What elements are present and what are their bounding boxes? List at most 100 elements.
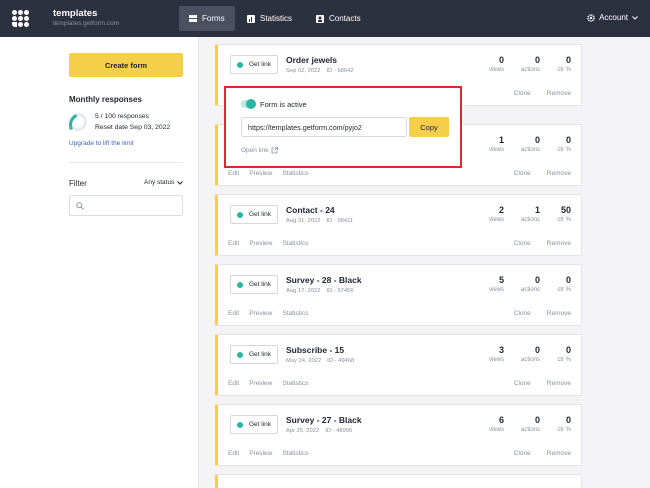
form-actions-left: Edit Preview Statistics <box>228 240 318 247</box>
get-link-button[interactable]: Get link <box>230 275 278 294</box>
active-status-dot <box>237 281 243 288</box>
nav-contacts-label: Contacts <box>329 14 361 23</box>
statistics-link[interactable]: Statistics <box>282 380 308 387</box>
chevron-down-icon <box>632 15 638 20</box>
form-name[interactable]: Contact - 24 <box>286 205 335 215</box>
get-link-button[interactable]: Get link <box>230 55 278 74</box>
form-name[interactable]: Survey - 28 - Black <box>286 275 362 285</box>
form-card: Get link Subscribe - 15 May 24, 2022 ID -… <box>215 334 582 396</box>
gear-icon <box>587 13 595 22</box>
clone-link[interactable]: Clone <box>514 90 531 97</box>
ctr-label: ctr % <box>557 287 571 293</box>
views-stat: 3 views <box>464 345 504 363</box>
form-url-field[interactable]: https://templates.getform.com/pyjo2 <box>241 117 407 137</box>
ctr-value: 50 <box>560 205 571 215</box>
nav-forms[interactable]: Forms <box>179 6 235 31</box>
edit-link[interactable]: Edit <box>228 380 239 387</box>
form-id: ID - 49468 <box>327 358 355 364</box>
preview-link[interactable]: Preview <box>249 240 272 247</box>
form-actions-right: Clone Remove <box>498 380 571 387</box>
views-stat: 6 views <box>464 415 504 433</box>
search-input[interactable] <box>69 195 183 216</box>
ctr-label: ctr % <box>557 427 571 433</box>
workspace-name[interactable]: templates <box>53 8 97 19</box>
top-bar: templates templates.getform.com Forms St… <box>0 0 650 37</box>
views-label: views <box>488 357 504 363</box>
form-active-toggle[interactable] <box>241 99 256 109</box>
divider <box>69 162 183 163</box>
form-date: Aug 17, 2022 <box>286 288 321 294</box>
remove-link[interactable]: Remove <box>547 310 571 317</box>
form-card-partial <box>215 474 582 488</box>
statistics-link[interactable]: Statistics <box>282 170 308 177</box>
edit-link[interactable]: Edit <box>228 450 239 457</box>
get-link-button[interactable]: Get link <box>230 345 278 364</box>
form-active-label: Form is active <box>260 100 307 109</box>
get-link-popup: Form is active https://templates.getform… <box>224 86 462 168</box>
external-link-icon <box>272 147 279 154</box>
form-card: Get link Survey - 27 - Black Apr 25, 202… <box>215 404 582 466</box>
create-form-button[interactable]: Create form <box>69 53 183 77</box>
ctr-stat: 0 ctr % <box>531 55 571 73</box>
preview-link[interactable]: Preview <box>249 380 272 387</box>
remove-link[interactable]: Remove <box>547 240 571 247</box>
form-meta: Aug 31, 2022 ID - 58411 <box>286 218 353 224</box>
preview-link[interactable]: Preview <box>249 310 272 317</box>
active-status-dot <box>237 61 243 68</box>
form-actions-right: Clone Remove <box>498 90 571 97</box>
clone-link[interactable]: Clone <box>514 310 531 317</box>
form-meta: Sep 02, 2022 ID - 58642 <box>286 68 354 74</box>
views-label: views <box>488 427 504 433</box>
logo-icon[interactable] <box>12 10 29 27</box>
remove-link[interactable]: Remove <box>547 450 571 457</box>
account-label: Account <box>599 13 628 22</box>
ctr-value: 0 <box>565 135 571 145</box>
views-stat: 5 views <box>464 275 504 293</box>
get-link-label: Get link <box>249 281 272 288</box>
open-link[interactable]: Open link <box>241 147 279 154</box>
open-link-label: Open link <box>241 147 269 154</box>
nav-contacts[interactable]: Contacts <box>306 6 371 31</box>
views-count: 1 <box>498 135 504 145</box>
get-link-button[interactable]: Get link <box>230 205 278 224</box>
nav-statistics-label: Statistics <box>260 14 293 23</box>
get-link-button[interactable]: Get link <box>230 415 278 434</box>
statistics-icon <box>247 14 255 23</box>
active-status-dot <box>237 211 243 218</box>
views-label: views <box>488 217 504 223</box>
form-id: ID - 58642 <box>326 68 354 74</box>
remove-link[interactable]: Remove <box>547 380 571 387</box>
filter-title: Filter <box>69 179 87 188</box>
form-name[interactable]: Subscribe - 15 <box>286 345 344 355</box>
remove-link[interactable]: Remove <box>547 170 571 177</box>
form-name[interactable]: Survey - 27 - Black <box>286 415 362 425</box>
form-date: Aug 31, 2022 <box>286 218 321 224</box>
form-name[interactable]: Order jewels <box>286 55 337 65</box>
copy-button[interactable]: Copy <box>409 117 449 137</box>
edit-link[interactable]: Edit <box>228 240 239 247</box>
status-select[interactable]: Any status <box>144 179 184 186</box>
get-link-label: Get link <box>249 61 272 68</box>
edit-link[interactable]: Edit <box>228 310 239 317</box>
statistics-link[interactable]: Statistics <box>282 450 308 457</box>
preview-link[interactable]: Preview <box>249 450 272 457</box>
clone-link[interactable]: Clone <box>514 240 531 247</box>
form-actions-left: Edit Preview Statistics <box>228 310 318 317</box>
reset-date: Reset date Sep 03, 2022 <box>95 124 171 131</box>
statistics-link[interactable]: Statistics <box>282 310 308 317</box>
form-actions-right: Clone Remove <box>498 240 571 247</box>
get-link-label: Get link <box>249 421 272 428</box>
preview-link[interactable]: Preview <box>249 170 272 177</box>
account-menu[interactable]: Account <box>587 13 638 22</box>
clone-link[interactable]: Clone <box>514 170 531 177</box>
statistics-link[interactable]: Statistics <box>282 240 308 247</box>
edit-link[interactable]: Edit <box>228 170 239 177</box>
clone-link[interactable]: Clone <box>514 380 531 387</box>
nav-statistics[interactable]: Statistics <box>237 6 302 31</box>
clone-link[interactable]: Clone <box>514 450 531 457</box>
ctr-value: 0 <box>565 55 571 65</box>
ctr-stat: 0 ctr % <box>531 275 571 293</box>
remove-link[interactable]: Remove <box>547 90 571 97</box>
views-count: 6 <box>498 415 504 425</box>
upgrade-link[interactable]: Upgrade to lift the limit <box>69 140 134 147</box>
